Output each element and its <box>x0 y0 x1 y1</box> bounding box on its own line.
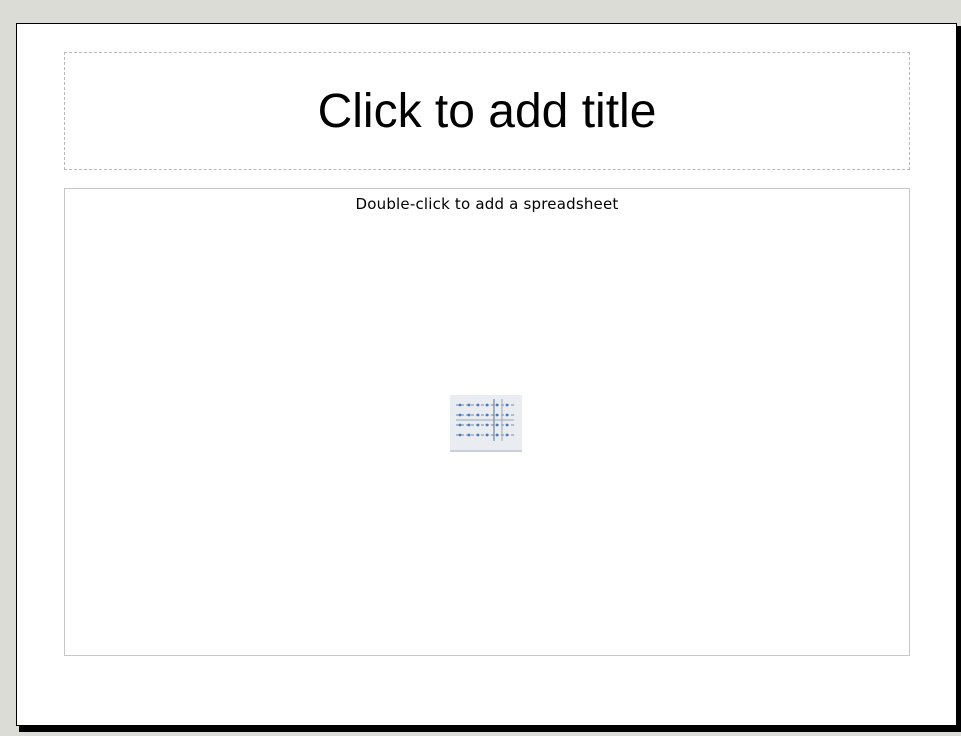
spreadsheet-placeholder-label: Double-click to add a spreadsheet <box>355 195 619 213</box>
spreadsheet-placeholder[interactable]: Double-click to add a spreadsheet <box>64 188 910 656</box>
title-placeholder[interactable]: Click to add title <box>64 52 910 170</box>
slide-canvas[interactable]: Click to add title Double-click to add a… <box>16 23 957 726</box>
slide-workspace: Click to add title Double-click to add a… <box>0 0 961 736</box>
spreadsheet-icon[interactable] <box>450 395 522 453</box>
title-placeholder-text: Click to add title <box>317 84 657 138</box>
